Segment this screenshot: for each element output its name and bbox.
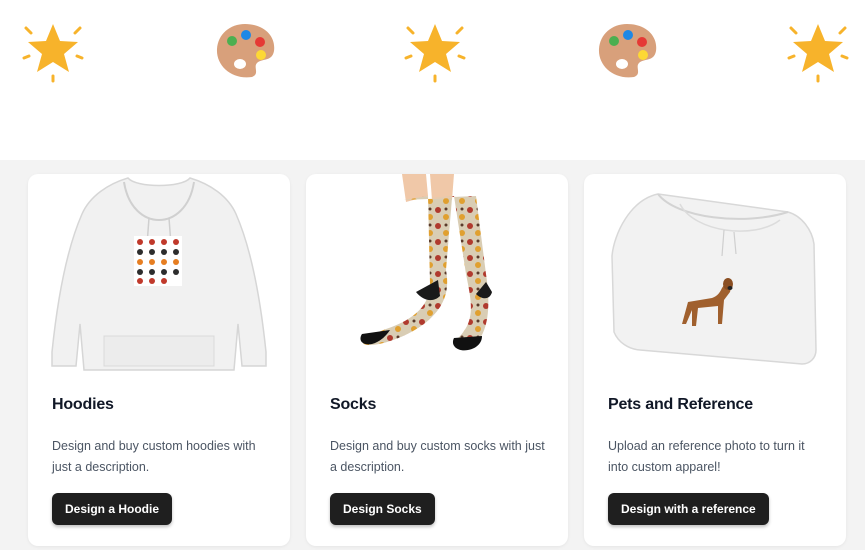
design-socks-button[interactable]: Design Socks <box>330 493 435 525</box>
product-card-pets-reference: Pets and Reference Upload an reference p… <box>584 174 846 546</box>
artist-palette-icon <box>210 14 280 84</box>
sparkle-star-icon <box>400 14 470 84</box>
design-with-reference-button[interactable]: Design with a reference <box>608 493 769 525</box>
socks-product-image <box>306 174 568 374</box>
product-card-socks: Socks Design and buy custom socks with j… <box>306 174 568 546</box>
design-hoodie-button[interactable]: Design a Hoodie <box>52 493 173 525</box>
sparkle-star-icon <box>18 14 88 84</box>
folded-hoodie-dog-image <box>584 174 846 374</box>
product-page: Hoodies Design and buy custom hoodies wi… <box>0 0 865 550</box>
sparkle-star-icon <box>783 14 853 84</box>
card-title: Hoodies <box>52 396 114 413</box>
card-description: Upload an reference photo to turn it int… <box>608 439 805 474</box>
card-title: Socks <box>330 396 377 413</box>
hoodie-product-image <box>28 174 290 374</box>
card-description: Design and buy custom hoodies with just … <box>52 439 256 474</box>
artist-palette-icon <box>592 14 662 84</box>
product-card-hoodies: Hoodies Design and buy custom hoodies wi… <box>28 174 290 546</box>
card-title: Pets and Reference <box>608 396 753 413</box>
card-description: Design and buy custom socks with just a … <box>330 439 545 474</box>
